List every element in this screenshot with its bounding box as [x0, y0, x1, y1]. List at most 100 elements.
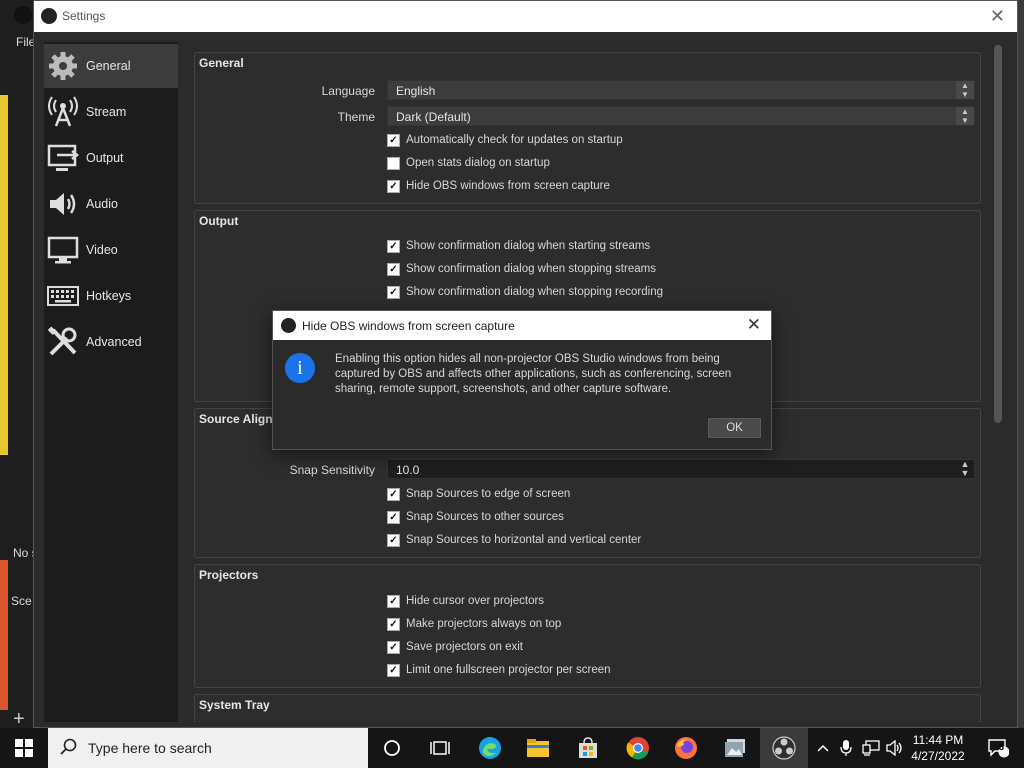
sidebar-item-label: Video	[86, 243, 118, 257]
ok-button[interactable]: OK	[708, 418, 761, 438]
sidebar-item-label: Output	[86, 151, 124, 165]
dialog-titlebar: Hide OBS windows from screen capture ✕	[273, 311, 771, 340]
close-icon[interactable]: ✕	[990, 6, 1005, 27]
chevron-up-icon[interactable]	[814, 728, 832, 768]
checkbox-box[interactable]: ✓	[387, 533, 400, 547]
checkbox-label: Hide OBS windows from screen capture	[406, 180, 610, 192]
sidebar-item-audio[interactable]: Audio	[44, 182, 178, 226]
group-title: Output	[199, 214, 239, 228]
checkbox-box[interactable]	[387, 156, 400, 170]
system-tray-group: System Tray	[194, 694, 981, 722]
checkbox-label: Open stats dialog on startup	[406, 157, 550, 169]
sidebar-item-advanced[interactable]: Advanced	[44, 320, 178, 364]
checkbox-open-stats[interactable]: Open stats dialog on startup	[387, 154, 550, 172]
checkbox-snap-sources[interactable]: ✓ Snap Sources to other sources	[387, 508, 564, 526]
checkbox-confirm-stop-recording[interactable]: ✓ Show confirmation dialog when stopping …	[387, 283, 663, 301]
broadcast-tower-icon	[46, 95, 80, 129]
obs-taskbar-icon[interactable]	[760, 728, 808, 768]
store-icon[interactable]	[564, 728, 612, 768]
checkbox-box[interactable]: ✓	[387, 617, 400, 631]
language-select[interactable]: English ▲ ▼	[387, 80, 975, 100]
group-title: System Tray	[199, 698, 270, 712]
output-monitor-icon	[46, 141, 80, 175]
monitor-icon	[46, 233, 80, 267]
clock-time: 11:44 PM	[912, 733, 964, 747]
updown-arrows-icon: ▲ ▼	[956, 81, 974, 99]
sidebar-item-general[interactable]: General	[44, 44, 178, 88]
photos-icon[interactable]	[712, 728, 760, 768]
checkbox-label: Automatically check for updates on start…	[406, 134, 623, 146]
checkbox-snap-edge[interactable]: ✓ Snap Sources to edge of screen	[387, 485, 570, 503]
checkbox-auto-update[interactable]: ✓ Automatically check for updates on star…	[387, 131, 623, 149]
checkbox-box[interactable]: ✓	[387, 510, 400, 524]
sidebar-item-hotkeys[interactable]: Hotkeys	[44, 274, 178, 318]
checkbox-snap-center[interactable]: ✓ Snap Sources to horizontal and vertical…	[387, 531, 641, 549]
dialog-message: Enabling this option hides all non-proje…	[335, 353, 732, 395]
edge-icon[interactable]	[466, 728, 514, 768]
tools-icon	[46, 325, 80, 359]
settings-scrollbar[interactable]	[991, 43, 1005, 721]
cortana-icon[interactable]	[368, 728, 416, 768]
spin-arrows-icon[interactable]: ▲ ▼	[958, 460, 972, 478]
checkbox-hide-cursor[interactable]: ✓ Hide cursor over projectors	[387, 592, 544, 610]
checkbox-projectors-on-top[interactable]: ✓ Make projectors always on top	[387, 615, 561, 633]
checkbox-box[interactable]: ✓	[387, 262, 400, 276]
taskbar-clock[interactable]: 11:44 PM 4/27/2022	[906, 732, 970, 764]
checkbox-box[interactable]: ✓	[387, 239, 400, 253]
checkbox-box[interactable]: ✓	[387, 285, 400, 299]
sidebar-item-stream[interactable]: Stream	[44, 90, 178, 134]
checkbox-box[interactable]: ✓	[387, 487, 400, 501]
checkbox-box[interactable]: ✓	[387, 179, 400, 193]
group-title: Source Align	[199, 412, 273, 426]
updown-arrows-icon: ▲ ▼	[956, 107, 974, 125]
settings-titlebar: Settings ✕	[34, 1, 1017, 32]
firefox-icon[interactable]	[662, 728, 710, 768]
checkbox-label: Snap Sources to edge of screen	[406, 488, 571, 500]
settings-sidebar: General Stream Output Audio Video Hotkey…	[44, 42, 178, 722]
background-obs-right-edge	[1018, 0, 1024, 728]
checkbox-hide-obs-capture[interactable]: ✓ Hide OBS windows from screen capture	[387, 177, 610, 195]
snap-sensitivity-spinbox[interactable]: 10.0 ▲ ▼	[387, 459, 975, 479]
network-icon[interactable]	[860, 728, 882, 768]
notification-center-icon[interactable]: 3	[978, 728, 1018, 768]
taskbar-search-box[interactable]: Type here to search	[48, 728, 368, 768]
chrome-icon[interactable]	[614, 728, 662, 768]
checkbox-box[interactable]: ✓	[387, 594, 400, 608]
sidebar-item-label: Audio	[86, 197, 118, 211]
checkbox-label: Snap Sources to horizontal and vertical …	[406, 534, 642, 546]
obs-logo-icon	[281, 318, 296, 333]
background-scenes-label: Sce	[11, 594, 32, 608]
info-icon: i	[285, 353, 315, 383]
theme-select[interactable]: Dark (Default) ▲ ▼	[387, 106, 975, 126]
background-obs-logo-icon	[14, 6, 32, 24]
background-preview	[0, 95, 8, 455]
sidebar-item-output[interactable]: Output	[44, 136, 178, 180]
checkbox-box[interactable]: ✓	[387, 640, 400, 654]
sidebar-item-video[interactable]: Video	[44, 228, 178, 272]
file-explorer-icon[interactable]	[514, 728, 562, 768]
checkbox-confirm-stop-stream[interactable]: ✓ Show confirmation dialog when stopping …	[387, 260, 656, 278]
settings-title: Settings	[62, 9, 106, 23]
microphone-icon[interactable]	[836, 728, 856, 768]
theme-value: Dark (Default)	[396, 110, 471, 124]
checkbox-save-projectors[interactable]: ✓ Save projectors on exit	[387, 638, 523, 656]
checkbox-limit-fullscreen[interactable]: ✓ Limit one fullscreen projector per scre…	[387, 661, 611, 679]
checkbox-box[interactable]: ✓	[387, 663, 400, 677]
snap-sensitivity-value: 10.0	[396, 463, 420, 477]
volume-icon[interactable]	[884, 728, 906, 768]
checkbox-label: Snap Sources to other sources	[406, 511, 564, 523]
notification-count-badge: 3	[999, 742, 1005, 752]
checkbox-box[interactable]: ✓	[387, 133, 400, 147]
checkbox-confirm-start-stream[interactable]: ✓ Show confirmation dialog when starting …	[387, 237, 650, 255]
search-placeholder: Type here to search	[88, 740, 212, 756]
windows-start-icon[interactable]	[0, 728, 48, 768]
close-icon[interactable]: ✕	[747, 315, 761, 335]
hide-obs-info-dialog: Hide OBS windows from screen capture ✕ i…	[272, 310, 772, 450]
language-label: Language	[321, 84, 375, 98]
task-view-icon[interactable]	[416, 728, 464, 768]
checkbox-label: Hide cursor over projectors	[406, 595, 545, 607]
search-icon	[60, 738, 78, 761]
scrollbar-thumb[interactable]	[994, 45, 1002, 423]
language-value: English	[396, 84, 436, 98]
checkbox-label: Show confirmation dialog when stopping r…	[406, 286, 663, 298]
